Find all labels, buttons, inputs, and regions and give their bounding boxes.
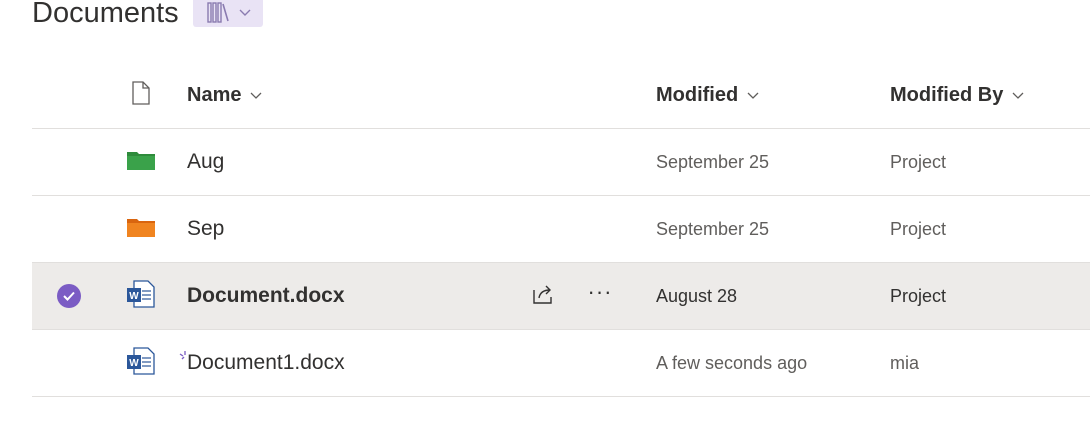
word-document-icon: W — [126, 346, 156, 381]
modified-by-cell: mia — [890, 352, 920, 373]
name-cell[interactable]: Aug — [187, 129, 487, 195]
name-cell[interactable]: Sep — [187, 196, 487, 262]
name-cell[interactable]: Document.docx — [187, 263, 487, 329]
modified-by-column-label: Modified By — [890, 83, 1004, 106]
share-icon — [531, 282, 557, 311]
table-row[interactable]: W Document1.docx A few seconds ago mia — [32, 330, 1090, 397]
file-name-link[interactable]: Aug — [187, 150, 224, 174]
document-icon — [131, 80, 151, 110]
file-name-link[interactable]: Document1.docx — [187, 351, 345, 375]
checkmark-icon — [57, 284, 81, 308]
chevron-down-icon — [249, 90, 263, 100]
row-checkbox[interactable] — [56, 263, 82, 329]
folder-icon — [126, 216, 156, 243]
more-icon: ··· — [587, 279, 613, 304]
share-button[interactable] — [524, 276, 564, 316]
modified-column-header[interactable]: Modified — [656, 62, 876, 128]
file-type-cell: W — [124, 263, 158, 329]
modified-by-column-header[interactable]: Modified By — [890, 62, 1090, 128]
modified-by-cell: Project — [890, 151, 947, 172]
table-row[interactable]: Aug September 25 Project — [32, 129, 1090, 196]
modified-cell: August 28 — [656, 285, 738, 306]
name-column-label: Name — [187, 83, 242, 106]
name-cell[interactable]: Document1.docx — [179, 330, 487, 396]
new-item-icon — [179, 344, 191, 368]
row-actions: ··· — [524, 263, 624, 329]
chevron-down-icon — [238, 7, 252, 17]
chevron-down-icon — [746, 90, 760, 100]
file-type-cell — [124, 196, 158, 262]
document-library-page: Documents Name Modified Modified By Aug … — [0, 0, 1090, 429]
file-name-link[interactable]: Sep — [187, 217, 224, 241]
documents-table: Name Modified Modified By Aug September … — [32, 62, 1090, 397]
modified-cell: A few seconds ago — [656, 352, 808, 373]
more-actions-button[interactable]: ··· — [580, 276, 620, 316]
name-column-header[interactable]: Name — [187, 62, 487, 128]
table-row-selected[interactable]: W Document.docx ··· August 28 Project — [32, 263, 1090, 330]
file-type-column-header[interactable] — [124, 62, 158, 128]
modified-column-label: Modified — [656, 83, 739, 106]
file-type-cell — [124, 129, 158, 195]
table-row[interactable]: Sep September 25 Project — [32, 196, 1090, 263]
word-document-icon: W — [126, 279, 156, 314]
file-name-link[interactable]: Document.docx — [187, 284, 345, 308]
chevron-down-icon — [1011, 90, 1025, 100]
modified-by-cell: Project — [890, 285, 947, 306]
modified-by-cell: Project — [890, 218, 947, 239]
modified-cell: September 25 — [656, 151, 770, 172]
library-icon — [204, 0, 234, 24]
table-header-row: Name Modified Modified By — [32, 62, 1090, 129]
page-title: Documents — [32, 0, 179, 29]
title-row: Documents — [32, 0, 263, 30]
svg-text:W: W — [129, 291, 139, 302]
view-switch-button[interactable] — [192, 0, 263, 27]
svg-text:W: W — [129, 358, 139, 369]
modified-cell: September 25 — [656, 218, 770, 239]
folder-icon — [126, 149, 156, 176]
file-type-cell: W — [124, 330, 158, 396]
